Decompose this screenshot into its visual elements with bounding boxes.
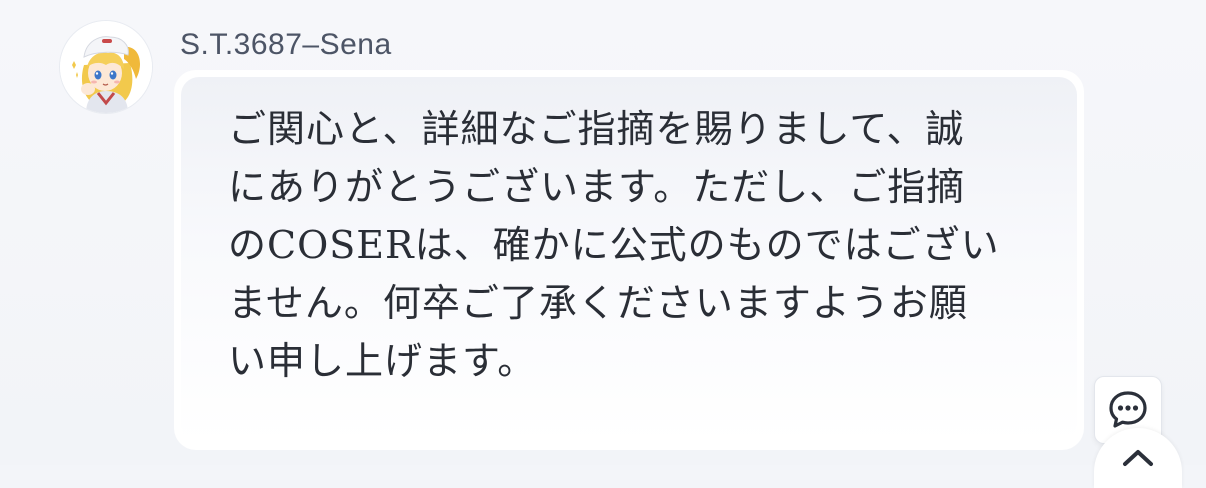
anime-girl-avatar-icon: [60, 21, 152, 113]
message-line: ません。何卒ご了承くださいますようお願: [228, 281, 968, 325]
sender-name: S.T.3687–Sena: [180, 28, 392, 61]
avatar[interactable]: [60, 21, 152, 113]
message-line: のCOSERは、確かに公式のものではござい: [228, 223, 1000, 267]
chat-bubble-icon: [1109, 391, 1147, 428]
message-text: ご関心と、詳細なご指摘を賜りまして、誠 にありがとうございます。ただし、ご指摘 …: [228, 100, 1038, 390]
message-line: い申し上げます。: [228, 339, 537, 383]
message-line: ご関心と、詳細なご指摘を賜りまして、誠: [228, 107, 965, 151]
message-line: にありがとうございます。ただし、ご指摘: [228, 165, 966, 209]
chevron-up-icon: [1123, 450, 1153, 466]
